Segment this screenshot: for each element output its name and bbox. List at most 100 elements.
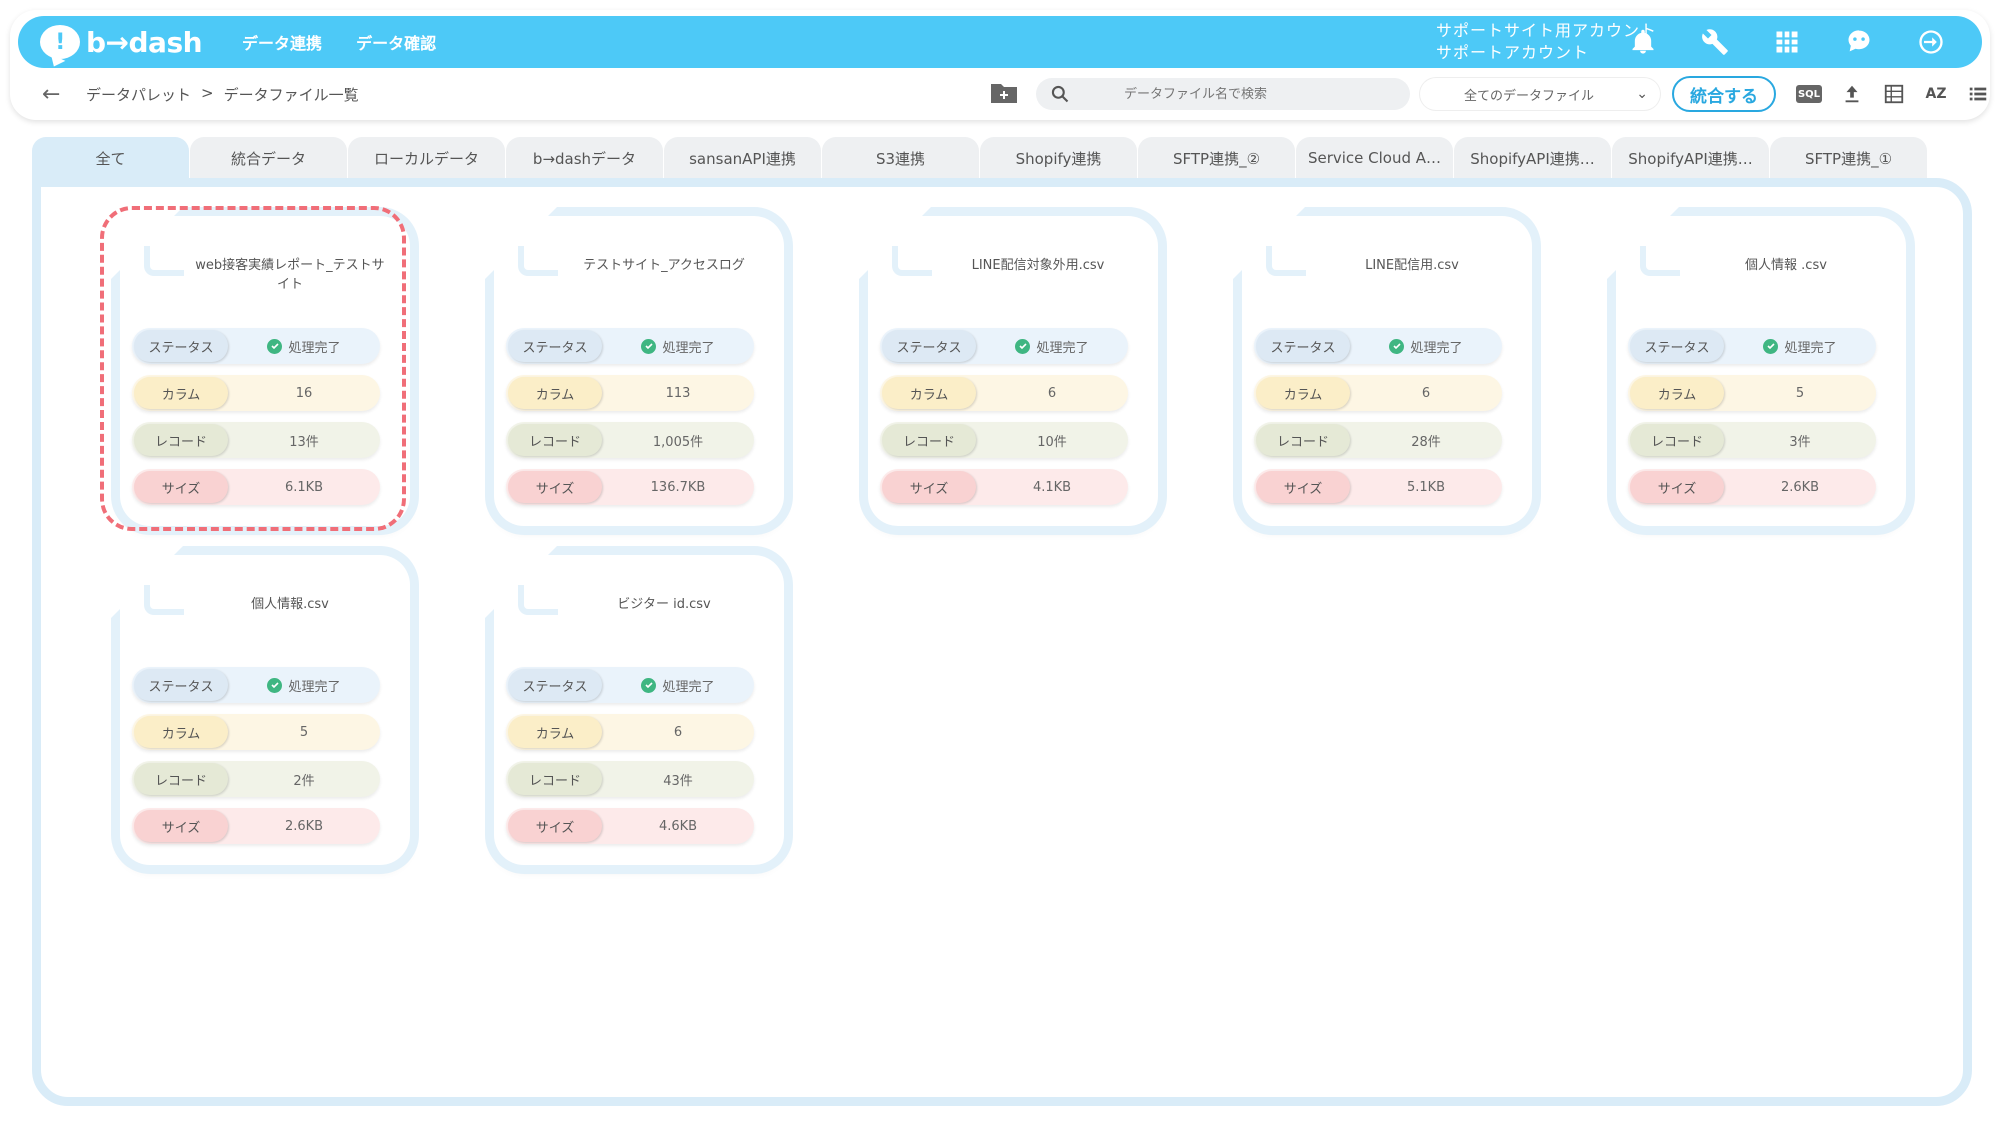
tab-0[interactable]: 全て [32, 137, 189, 179]
records-row: レコード 43件 [506, 761, 754, 797]
search-input[interactable] [1124, 86, 1384, 102]
file-stats: ステータス 処理完了 カラム 5 レコード 2件 サイズ 2.6KB [132, 667, 380, 855]
account-info[interactable]: サポートサイト用アカウント サポートアカウント [1436, 20, 1657, 64]
file-stats: ステータス 処理完了 カラム 5 レコード 3件 サイズ 2.6KB [1628, 328, 1876, 516]
table-view-icon[interactable] [1882, 82, 1906, 106]
search-icon[interactable] [1050, 84, 1070, 104]
columns-label: カラム [508, 377, 602, 409]
size-value: 2.6KB [1780, 479, 1820, 495]
columns-value: 6 [1047, 385, 1057, 401]
nav-data-integration[interactable]: データ連携 [242, 30, 322, 54]
file-card[interactable]: LINE配信用.csv ステータス 処理完了 カラム 6 レコード 28件 サイズ 5.1KB [1233, 207, 1532, 526]
records-value: 2件 [293, 773, 315, 789]
tab-11[interactable]: SFTP連携_① [1770, 137, 1927, 179]
records-label: レコード [508, 763, 602, 795]
records-label: レコード [882, 424, 976, 456]
sub-toolbar: ← データパレット > データファイル一覧 全てのデータファイル ⌄ 統合する … [18, 72, 1987, 116]
wrench-icon[interactable] [1700, 27, 1730, 57]
tab-4[interactable]: sansanAPI連携 [664, 137, 821, 179]
size-row: サイズ 4.6KB [506, 808, 754, 844]
back-arrow-icon[interactable]: ← [42, 82, 60, 107]
account-site-name: サポートサイト用アカウント [1436, 21, 1658, 40]
file-filter-select[interactable]: 全てのデータファイル ⌄ [1420, 78, 1660, 110]
file-card[interactable]: ビジター id.csv ステータス 処理完了カラム 6 レコード 43件 サイズ 4.6KB [485, 546, 784, 865]
sql-icon[interactable]: SQL [1796, 85, 1822, 103]
size-value: 2.6KB [284, 818, 324, 834]
status-label: ステータス [134, 669, 228, 701]
status-value: 処理完了 [1036, 340, 1089, 356]
file-card[interactable]: 個人情報.csv ステータス 処理完了 カラム 5 レコード 2件 サイズ 2.6KB [111, 546, 410, 865]
top-bar: ! b→dash データ連携 データ確認 サポートサイト用アカウント サポートア… [18, 16, 1982, 68]
new-folder-icon[interactable] [990, 80, 1018, 104]
size-row: サイズ 2.6KB [1628, 469, 1876, 505]
columns-row: カラム 6 [880, 375, 1128, 411]
file-fold-icon [1266, 246, 1306, 276]
tab-8[interactable]: Service Cloud A… [1296, 137, 1453, 179]
chevron-down-icon: ⌄ [1636, 86, 1648, 102]
bell-icon[interactable] [1628, 27, 1658, 57]
status-value: 処理完了 [662, 340, 715, 356]
breadcrumb-data-file-list: データファイル一覧 [223, 86, 359, 104]
status-row: ステータス 処理完了 [880, 328, 1128, 364]
status-row: ステータス 処理完了 [506, 667, 754, 703]
file-name: ビジター id.csv [617, 597, 711, 612]
sort-az-icon[interactable]: AZ [1924, 82, 1948, 106]
file-fold-icon [518, 585, 558, 615]
columns-row: カラム 6 [1254, 375, 1502, 411]
tab-6[interactable]: Shopify連携 [980, 137, 1137, 179]
tab-10[interactable]: ShopifyAPI連携… [1612, 137, 1769, 179]
filter-value: 全てのデータファイル [1464, 88, 1595, 104]
tab-3[interactable]: b→dashデータ [506, 137, 663, 179]
check-circle-icon [1389, 338, 1405, 354]
records-label: レコード [508, 424, 602, 456]
tab-5[interactable]: S3連携 [822, 137, 979, 179]
file-fold-icon [1640, 246, 1680, 276]
list-view-icon[interactable] [1966, 82, 1990, 106]
size-row: サイズ 2.6KB [132, 808, 380, 844]
file-card[interactable]: 個人情報 .csv ステータス 処理完了 カラム 5 レコード 3件 サイズ 2.6KB [1607, 207, 1906, 526]
columns-value: 6 [673, 724, 683, 740]
columns-label: カラム [134, 716, 228, 748]
status-row: ステータス 処理完了 [1628, 328, 1876, 364]
columns-value: 113 [665, 385, 691, 401]
top-nav: データ連携 データ確認 [242, 30, 436, 54]
size-value: 4.6KB [658, 818, 698, 834]
merge-button[interactable]: 統合する [1672, 76, 1776, 112]
tab-9[interactable]: ShopifyAPI連携… [1454, 137, 1611, 179]
logo-text: b→dash [86, 25, 203, 59]
columns-label: カラム [508, 716, 602, 748]
file-name: 個人情報 .csv [1745, 258, 1827, 273]
file-card[interactable]: テストサイト_アクセスログ ステータス 処理完了 カラム 113 レコード 1,005件 サイ… [485, 207, 784, 526]
check-circle-icon [1763, 338, 1779, 354]
logout-icon[interactable] [1916, 27, 1946, 57]
breadcrumb-data-palette[interactable]: データパレット [86, 84, 191, 105]
grid-icon[interactable] [1772, 27, 1802, 57]
file-stats: ステータス 処理完了カラム 6 レコード 43件 サイズ 4.6KB [506, 667, 754, 855]
size-label: サイズ [134, 810, 228, 842]
columns-row: カラム 5 [132, 714, 380, 750]
size-row: サイズ 136.7KB [506, 469, 754, 505]
status-label: ステータス [508, 669, 602, 701]
records-value: 28件 [1411, 434, 1441, 450]
breadcrumb: データパレット > データファイル一覧 [86, 84, 359, 105]
size-label: サイズ [882, 471, 976, 503]
status-label: ステータス [1256, 330, 1350, 362]
file-name: LINE配信用.csv [1365, 258, 1459, 273]
search-box [1036, 78, 1410, 110]
nav-data-check[interactable]: データ確認 [356, 30, 436, 54]
tab-2[interactable]: ローカルデータ [348, 137, 505, 179]
file-card[interactable]: LINE配信対象外用.csv ステータス 処理完了 カラム 6 レコード 10件 サイズ 4.1… [859, 207, 1158, 526]
upload-icon[interactable] [1840, 82, 1864, 106]
robot-icon[interactable] [1844, 27, 1874, 57]
tab-7[interactable]: SFTP連携_② [1138, 137, 1295, 179]
columns-row: カラム 6 [506, 714, 754, 750]
logo[interactable]: ! b→dash [40, 25, 203, 59]
category-tabs: 全て 統合データ ローカルデータ b→dashデータ sansanAPI連携 S3連携 Sh… [32, 137, 1928, 179]
view-tools: SQL AZ [1796, 78, 1990, 110]
records-row: レコード 2件 [132, 761, 380, 797]
tab-1[interactable]: 統合データ [190, 137, 347, 179]
file-fold-icon [144, 585, 184, 615]
status-row: ステータス 処理完了 [506, 328, 754, 364]
status-label: ステータス [1630, 330, 1724, 362]
records-value: 1,005件 [652, 434, 704, 450]
